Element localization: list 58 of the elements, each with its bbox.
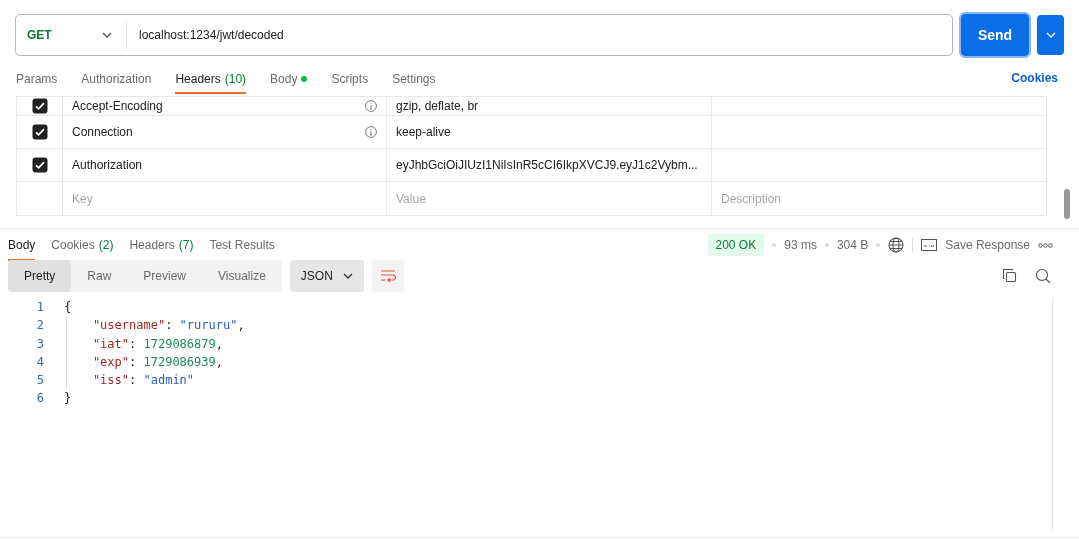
example-icon [921, 239, 938, 251]
chevron-down-icon [1045, 32, 1056, 38]
save-response-button[interactable]: Save Response [945, 236, 1030, 254]
description-field[interactable]: Description [712, 182, 1046, 215]
info-icon[interactable] [365, 126, 377, 138]
request-tab[interactable]: Scripts [331, 71, 369, 94]
view-mode-tab[interactable]: Pretty [8, 260, 72, 292]
line-number: 1 [35, 299, 44, 316]
chevron-down-icon [102, 32, 112, 38]
wrap-icon [379, 269, 396, 283]
more-icon[interactable] [1038, 242, 1053, 248]
code-line: { [64, 299, 73, 316]
format-dropdown[interactable]: JSON [289, 260, 364, 292]
info-icon[interactable] [365, 100, 377, 112]
header-key: Authorization [72, 156, 143, 174]
url-field[interactable]: GET localhost:1234/jwt/decoded [15, 14, 953, 56]
code-line: "iss": "admin" [91, 372, 196, 390]
view-mode-tab[interactable]: Raw [71, 260, 128, 292]
line-number: 2 [35, 317, 44, 335]
value-field[interactable]: Value [387, 182, 711, 215]
scrollbar[interactable] [1064, 189, 1070, 219]
header-key: Connection [72, 123, 133, 141]
send-button[interactable]: Send [961, 14, 1029, 56]
header-value: eyJhbGciOiJIUzI1NiIsInR5cCI6IkpXVCJ9.eyJ1c2Vybm... [396, 158, 698, 172]
key-field[interactable]: Key [63, 182, 386, 215]
checkbox[interactable] [31, 124, 48, 140]
code-line: "exp": 1729086939, [91, 353, 224, 371]
request-tab[interactable]: Authorization [81, 71, 152, 94]
response-tab[interactable]: Headers (7) [129, 229, 194, 261]
header-key: Accept-Encoding [72, 97, 163, 115]
code-line: "username": "rururu", [91, 317, 245, 335]
response-time: 93 ms [784, 237, 817, 254]
cookies-link[interactable]: Cookies [1011, 69, 1058, 94]
line-number: 6 [35, 390, 44, 408]
request-tab[interactable]: Params [16, 71, 58, 94]
response-tab[interactable]: Cookies (2) [51, 229, 114, 261]
status-badge: 200 OK [707, 234, 765, 256]
method-dropdown[interactable]: GET [16, 21, 127, 49]
line-number: 4 [35, 353, 44, 371]
checkbox[interactable] [31, 98, 48, 114]
copy-icon[interactable] [1002, 268, 1017, 283]
globe-icon[interactable] [888, 237, 905, 253]
header-value: keep-alive [396, 125, 451, 139]
request-tab[interactable]: Body [270, 71, 308, 94]
request-tab[interactable]: Settings [392, 71, 436, 94]
search-icon[interactable] [1035, 268, 1051, 284]
chevron-down-icon [342, 273, 353, 279]
request-tab[interactable]: Headers (10) [175, 71, 247, 94]
code-line: } [64, 390, 73, 408]
line-number: 5 [35, 372, 44, 390]
header-value: gzip, deflate, br [396, 99, 479, 113]
view-mode-tab[interactable]: Visualize [202, 260, 282, 292]
response-size: 304 B [836, 237, 869, 254]
code-line: "iat": 1729086879, [91, 335, 224, 353]
checkbox[interactable] [31, 157, 48, 173]
response-tab[interactable]: Test Results [209, 229, 275, 261]
view-mode-tab[interactable]: Preview [127, 260, 203, 292]
line-number: 3 [35, 335, 44, 353]
